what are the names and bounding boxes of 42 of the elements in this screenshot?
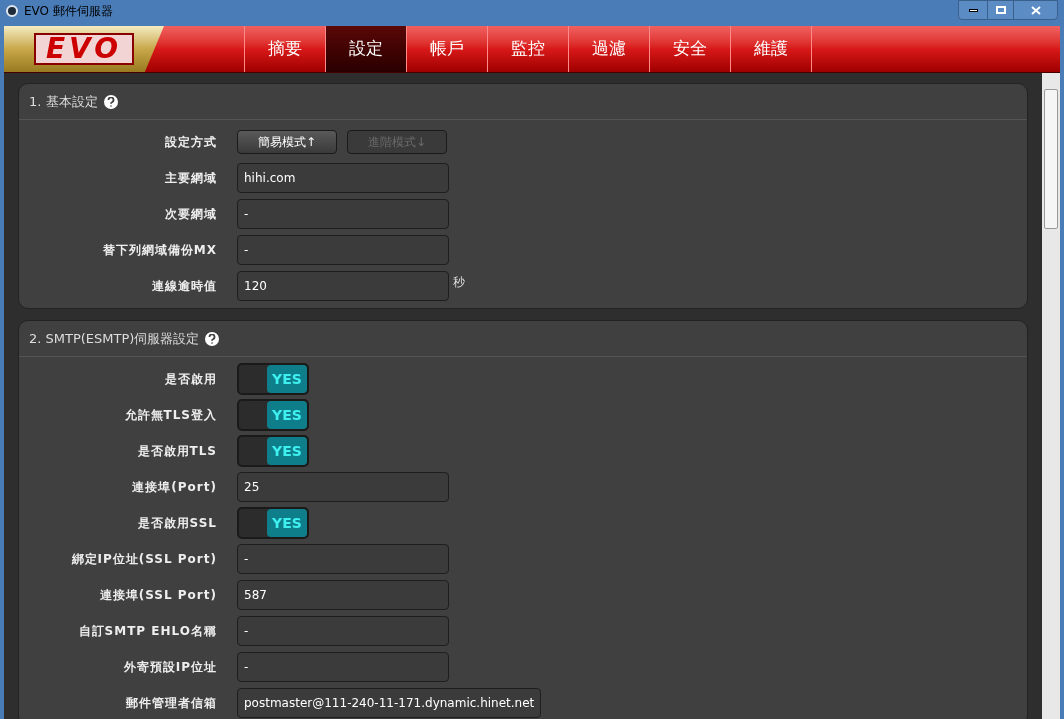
logo: EVO bbox=[4, 26, 164, 72]
nav-tab[interactable]: 帳戶 bbox=[406, 26, 487, 72]
help-icon[interactable] bbox=[103, 94, 118, 109]
nav-tab[interactable]: 過濾 bbox=[568, 26, 649, 72]
app-icon bbox=[6, 5, 18, 17]
field-label: 主要網域 bbox=[164, 170, 217, 187]
text-field[interactable]: postmaster@111-240-11-171.dynamic.hinet.net bbox=[237, 688, 542, 718]
field-label: 郵件管理者信箱 bbox=[125, 695, 217, 712]
text-field[interactable]: hihi.com bbox=[237, 163, 449, 193]
field-label: 設定方式 bbox=[164, 134, 217, 151]
text-field[interactable]: - bbox=[237, 199, 449, 229]
window-title: EVO 郵件伺服器 bbox=[24, 3, 113, 20]
text-field[interactable]: - bbox=[237, 616, 449, 646]
unit-label: 秒 bbox=[453, 274, 465, 291]
field-label: 替下列網域備份MX bbox=[101, 242, 217, 259]
field-label: 允許無TLS登入 bbox=[123, 407, 217, 424]
text-field[interactable]: - bbox=[237, 544, 449, 574]
help-icon[interactable] bbox=[205, 331, 220, 346]
section-title: 1. 基本設定 bbox=[29, 92, 98, 111]
text-field[interactable]: 587 bbox=[237, 580, 449, 610]
field-label: 是否啟用SSL bbox=[136, 515, 217, 532]
text-field[interactable]: 120 bbox=[237, 271, 449, 301]
nav-tab[interactable]: 維護 bbox=[730, 26, 811, 72]
section-title: 2. SMTP(ESMTP)伺服器設定 bbox=[29, 329, 200, 348]
nav-tab[interactable]: 設定 bbox=[325, 26, 406, 72]
field-label: 是否啟用TLS bbox=[136, 443, 217, 460]
nav-tab[interactable]: 監控 bbox=[487, 26, 568, 72]
text-field[interactable]: - bbox=[237, 652, 449, 682]
field-label: 次要網域 bbox=[164, 206, 217, 223]
field-label: 是否啟用 bbox=[164, 371, 217, 388]
field-label: 連接埠(SSL Port) bbox=[98, 587, 217, 604]
nav-tab[interactable]: 安全 bbox=[649, 26, 730, 72]
text-field[interactable]: - bbox=[237, 235, 449, 265]
field-label: 連線逾時值 bbox=[151, 278, 217, 295]
text-field[interactable]: 25 bbox=[237, 472, 449, 502]
scrollbar[interactable] bbox=[1042, 73, 1060, 719]
field-label: 外寄預設IP位址 bbox=[122, 659, 217, 676]
close-icon bbox=[1030, 5, 1041, 15]
mode-button[interactable]: 簡易模式↑ bbox=[237, 130, 337, 154]
field-label: 自訂SMTP EHLO名稱 bbox=[77, 623, 217, 640]
field-label: 連接埠(Port) bbox=[131, 479, 217, 496]
field-label: 綁定IP位址(SSL Port) bbox=[70, 551, 217, 568]
